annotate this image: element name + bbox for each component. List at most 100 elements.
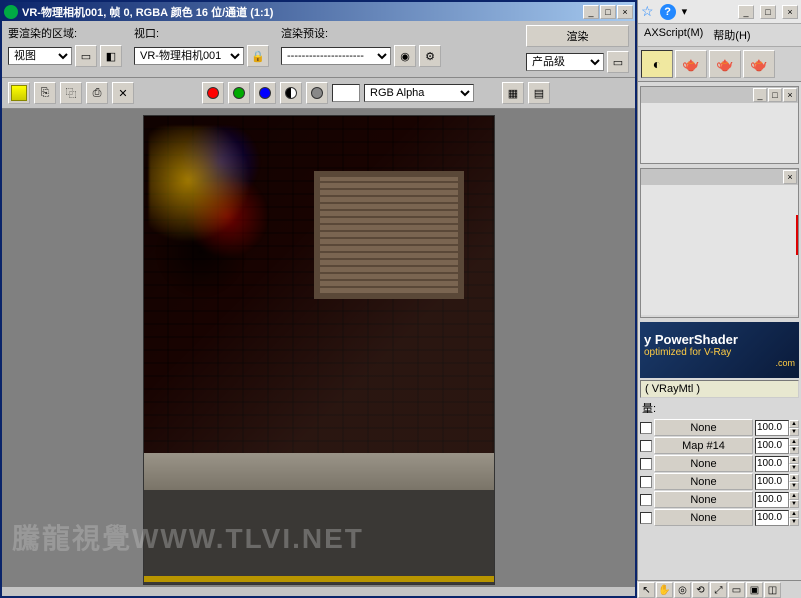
nav-maximize-icon[interactable]: ▣: [746, 582, 763, 598]
map-slot-button[interactable]: None: [654, 491, 753, 508]
material-tools: ◐ 🫖 🫖 🫖: [638, 47, 801, 82]
window-title: VR-物理相机001, 帧 0, RGBA 颜色 16 位/通道 (1:1): [22, 4, 583, 20]
menu-help[interactable]: 帮助(H): [713, 27, 750, 43]
nav-pan-icon[interactable]: ✋: [656, 582, 673, 598]
map-amount-spinner[interactable]: ▲▼: [755, 420, 799, 436]
side-min-button[interactable]: _: [738, 5, 754, 19]
map-amount-input[interactable]: [755, 492, 789, 508]
alpha-channel-icon[interactable]: [280, 82, 302, 104]
viewport-select[interactable]: VR-物理相机001: [134, 47, 244, 65]
nav-orbit-icon[interactable]: ◎: [674, 582, 691, 598]
spin-down-icon[interactable]: ▼: [789, 518, 799, 526]
nav-parent-icon[interactable]: ↖: [638, 582, 655, 598]
favorite-icon[interactable]: ☆: [641, 3, 654, 20]
sub2-close-icon[interactable]: ×: [783, 170, 797, 184]
quality-options-icon[interactable]: ▭: [607, 51, 629, 73]
map-checkbox[interactable]: [640, 512, 652, 524]
map-row: None▲▼: [640, 455, 799, 472]
minimize-button[interactable]: _: [583, 5, 599, 19]
close-button[interactable]: ×: [617, 5, 633, 19]
preset-label: 渲染预设:: [281, 25, 441, 41]
menu-maxscript[interactable]: AXScript(M): [644, 27, 703, 43]
map-amount-input[interactable]: [755, 510, 789, 526]
red-channel-icon[interactable]: [202, 82, 224, 104]
area-select[interactable]: 视图: [8, 47, 72, 65]
crop-icon[interactable]: ◧: [100, 45, 122, 67]
render-viewport: 騰龍視覺WWW.TLVI.NET: [2, 109, 635, 587]
map-amount-input[interactable]: [755, 438, 789, 454]
render-button[interactable]: 渲染: [526, 25, 629, 47]
copy-icon[interactable]: ⎘: [34, 82, 56, 104]
sub1-close-icon[interactable]: ×: [783, 88, 797, 102]
spin-up-icon[interactable]: ▲: [789, 420, 799, 428]
spin-up-icon[interactable]: ▲: [789, 492, 799, 500]
map-amount-spinner[interactable]: ▲▼: [755, 492, 799, 508]
sub1-max-icon[interactable]: □: [768, 88, 782, 102]
nav-field-icon[interactable]: ▭: [728, 582, 745, 598]
map-slot-button[interactable]: None: [654, 419, 753, 436]
map-amount-input[interactable]: [755, 474, 789, 490]
sidewalk: [144, 453, 494, 490]
map-checkbox[interactable]: [640, 422, 652, 434]
map-slot-button[interactable]: None: [654, 473, 753, 490]
map-amount-input[interactable]: [755, 456, 789, 472]
map-checkbox[interactable]: [640, 494, 652, 506]
map-amount-spinner[interactable]: ▲▼: [755, 474, 799, 490]
toggle-b-icon[interactable]: ▤: [528, 82, 550, 104]
spin-up-icon[interactable]: ▲: [789, 438, 799, 446]
print-icon[interactable]: ⎙: [86, 82, 108, 104]
app-icon: [4, 5, 18, 19]
maximize-button[interactable]: □: [600, 5, 616, 19]
side-max-button[interactable]: □: [760, 5, 776, 19]
channel-select[interactable]: RGB Alpha: [364, 84, 474, 102]
toggle-a-icon[interactable]: ▦: [502, 82, 524, 104]
spin-down-icon[interactable]: ▼: [789, 428, 799, 436]
mono-channel-icon[interactable]: [306, 82, 328, 104]
sub1-min-icon[interactable]: _: [753, 88, 767, 102]
map-checkbox[interactable]: [640, 440, 652, 452]
spin-up-icon[interactable]: ▲: [789, 510, 799, 518]
side-close-button[interactable]: ×: [782, 5, 798, 19]
preset-select[interactable]: ---------------------: [281, 47, 391, 65]
map-slot-button[interactable]: None: [654, 455, 753, 472]
spin-down-icon[interactable]: ▼: [789, 482, 799, 490]
quality-select[interactable]: 产品级: [526, 53, 604, 71]
material-editor-panel: ☆ ? ▾ _ □ × AXScript(M) 帮助(H) ◐ 🫖 🫖 🫖 _ …: [637, 0, 801, 598]
titlebar: VR-物理相机001, 帧 0, RGBA 颜色 16 位/通道 (1:1) _…: [2, 2, 635, 21]
green-channel-icon[interactable]: [228, 82, 250, 104]
material-name[interactable]: ( VRayMtl ): [640, 380, 799, 398]
map-amount-spinner[interactable]: ▲▼: [755, 510, 799, 526]
sample-sphere-icon[interactable]: ◐: [641, 50, 673, 78]
spin-down-icon[interactable]: ▼: [789, 500, 799, 508]
map-amount-spinner[interactable]: ▲▼: [755, 438, 799, 454]
teapot2-icon[interactable]: 🫖: [709, 50, 741, 78]
teapot1-icon[interactable]: 🫖: [675, 50, 707, 78]
banner-com: .com: [644, 358, 795, 368]
nav-rotate-icon[interactable]: ⟲: [692, 582, 709, 598]
clear-icon[interactable]: ✕: [112, 82, 134, 104]
color-swatch[interactable]: [332, 84, 360, 102]
blue-channel-icon[interactable]: [254, 82, 276, 104]
preset-open-icon[interactable]: ◉: [394, 45, 416, 67]
nav-extra-icon[interactable]: ◫: [764, 582, 781, 598]
save-icon[interactable]: [8, 82, 30, 104]
map-slot-button[interactable]: Map #14: [654, 437, 753, 454]
map-checkbox[interactable]: [640, 458, 652, 470]
lock-icon[interactable]: 🔒: [247, 45, 269, 67]
map-slot-button[interactable]: None: [654, 509, 753, 526]
map-checkbox[interactable]: [640, 476, 652, 488]
spin-up-icon[interactable]: ▲: [789, 456, 799, 464]
spin-down-icon[interactable]: ▼: [789, 464, 799, 472]
spin-down-icon[interactable]: ▼: [789, 446, 799, 454]
spin-up-icon[interactable]: ▲: [789, 474, 799, 482]
preset-save-icon[interactable]: ⚙: [419, 45, 441, 67]
region-icon[interactable]: ▭: [75, 45, 97, 67]
help-icon[interactable]: ?: [660, 4, 676, 20]
teapot3-icon[interactable]: 🫖: [743, 50, 775, 78]
help-dropdown-icon[interactable]: ▾: [682, 5, 688, 18]
map-amount-spinner[interactable]: ▲▼: [755, 456, 799, 472]
clone-icon[interactable]: ⿻: [60, 82, 82, 104]
nav-zoom-icon[interactable]: ⤢: [710, 582, 727, 598]
map-row: Map #14▲▼: [640, 437, 799, 454]
map-amount-input[interactable]: [755, 420, 789, 436]
